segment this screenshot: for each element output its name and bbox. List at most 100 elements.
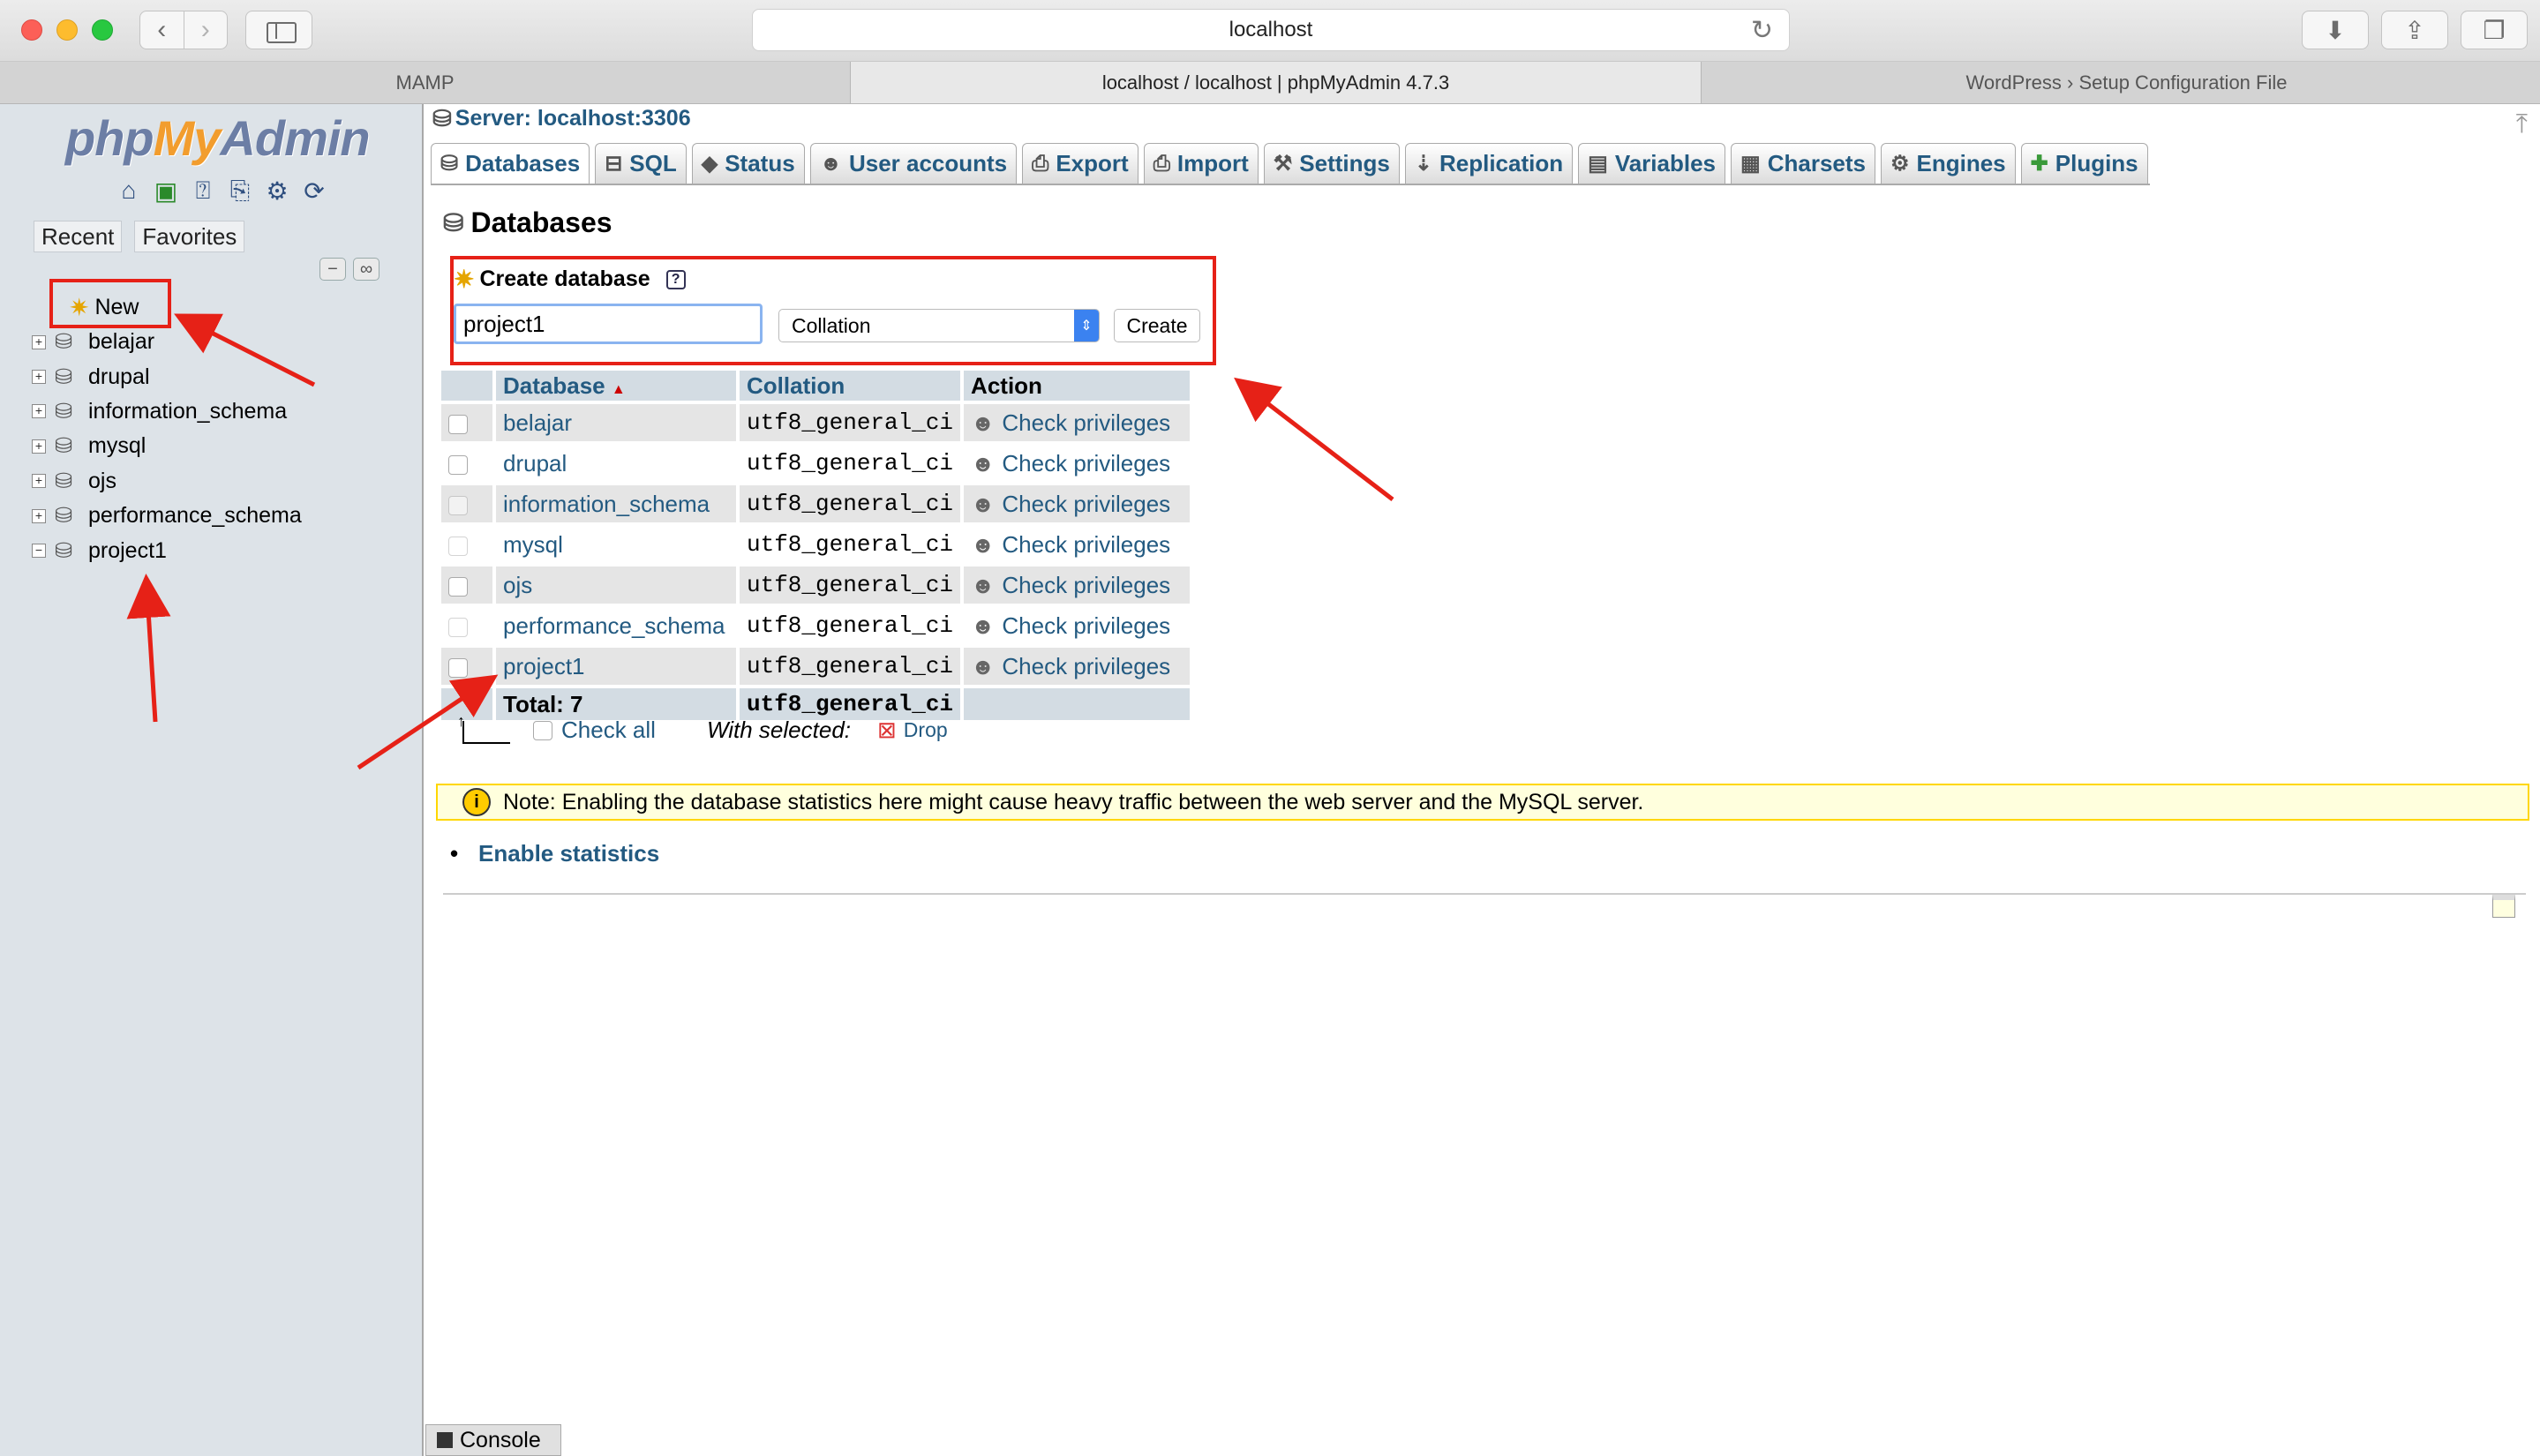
tab-replication[interactable]: ⇣ Replication bbox=[1404, 143, 1574, 184]
downloads-icon[interactable]: ⬇ bbox=[2302, 11, 2369, 49]
action-label: Check privileges bbox=[1002, 409, 1171, 436]
total-empty-cell bbox=[441, 688, 492, 720]
share-icon[interactable]: ⇪ bbox=[2381, 11, 2448, 49]
documentation-icon[interactable]: ⎘ bbox=[224, 175, 256, 206]
database-link[interactable]: ojs bbox=[503, 572, 532, 598]
collapse-all-icon[interactable]: − bbox=[319, 258, 346, 281]
tree-item-database[interactable]: + ⛁ performance_schema bbox=[26, 499, 415, 533]
tab-engines[interactable]: ⚙ Engines bbox=[1880, 143, 2016, 184]
sort-ascending-icon: ▲ bbox=[611, 381, 626, 397]
divider bbox=[443, 893, 2526, 895]
browser-tab-wordpress[interactable]: WordPress › Setup Configuration File bbox=[1702, 62, 2540, 103]
tab-sql[interactable]: ⊟ SQL bbox=[595, 143, 687, 184]
row-checkbox[interactable] bbox=[448, 657, 468, 678]
phpmyadmin-logo[interactable]: phpMyAdmin bbox=[65, 109, 371, 167]
check-all-label[interactable]: Check all bbox=[561, 717, 656, 744]
sort-database-link[interactable]: Database bbox=[503, 372, 605, 399]
row-select-cell bbox=[441, 404, 492, 441]
row-checkbox[interactable] bbox=[448, 414, 468, 434]
collation-cell: utf8_general_ci bbox=[740, 607, 961, 644]
action-cell: ☻ Check privileges bbox=[964, 485, 1191, 522]
check-privileges-link[interactable]: ☻ Check privileges bbox=[971, 572, 1183, 599]
minimize-window-button[interactable] bbox=[56, 19, 78, 41]
tabs-overview-icon[interactable]: ❐ bbox=[2461, 11, 2528, 49]
collation-cell: utf8_general_ci bbox=[740, 485, 961, 522]
tab-export[interactable]: ⎙ Export bbox=[1022, 143, 1138, 184]
recent-tab[interactable]: Recent bbox=[34, 221, 123, 252]
row-checkbox[interactable] bbox=[448, 495, 468, 515]
back-icon[interactable]: ‹ bbox=[140, 11, 184, 49]
row-checkbox[interactable] bbox=[448, 536, 468, 556]
tree-item-database[interactable]: + ⛁ information_schema bbox=[26, 394, 415, 429]
database-link[interactable]: mysql bbox=[503, 531, 563, 558]
tab-import[interactable]: ⎙ Import bbox=[1143, 143, 1259, 184]
row-select-cell bbox=[441, 526, 492, 563]
history-nav: ‹ › bbox=[139, 11, 228, 49]
check-privileges-link[interactable]: ☻ Check privileges bbox=[971, 409, 1183, 437]
check-privileges-link[interactable]: ☻ Check privileges bbox=[971, 612, 1183, 640]
expand-icon[interactable]: + bbox=[32, 370, 46, 385]
query-window-icon[interactable]: ⍰ bbox=[187, 175, 219, 206]
export-icon: ⎙ bbox=[1032, 151, 1049, 176]
reload-navigation-icon[interactable]: ⟳ bbox=[298, 175, 330, 206]
forward-icon[interactable]: › bbox=[183, 11, 228, 49]
favorites-tab[interactable]: Favorites bbox=[134, 221, 245, 252]
database-link[interactable]: information_schema bbox=[503, 491, 710, 517]
database-link[interactable]: performance_schema bbox=[503, 612, 725, 639]
zoom-window-button[interactable] bbox=[92, 19, 113, 41]
users-icon: ☻ bbox=[971, 571, 996, 598]
close-window-button[interactable] bbox=[21, 19, 42, 41]
logout-icon[interactable]: ▣ bbox=[150, 175, 182, 206]
collapse-icon[interactable]: − bbox=[32, 544, 46, 559]
expand-icon[interactable]: + bbox=[32, 404, 46, 419]
expand-icon[interactable]: + bbox=[32, 334, 46, 349]
check-privileges-link[interactable]: ☻ Check privileges bbox=[971, 653, 1183, 680]
reload-icon[interactable]: ↻ bbox=[1751, 15, 1773, 46]
database-link[interactable]: drupal bbox=[503, 450, 567, 477]
expand-icon[interactable]: + bbox=[32, 474, 46, 489]
tab-plugins[interactable]: ✚ Plugins bbox=[2020, 143, 2148, 184]
tree-item-database[interactable]: − ⛁ project1 bbox=[26, 533, 415, 567]
browser-tab-mamp[interactable]: MAMP bbox=[0, 62, 851, 103]
check-privileges-link[interactable]: ☻ Check privileges bbox=[971, 491, 1183, 518]
sidebar-toggle-icon[interactable] bbox=[245, 11, 312, 49]
home-icon[interactable]: ⌂ bbox=[113, 175, 145, 206]
tab-charsets[interactable]: ▦ Charsets bbox=[1731, 143, 1875, 184]
sort-collation-link[interactable]: Collation bbox=[747, 372, 845, 399]
row-checkbox[interactable] bbox=[448, 576, 468, 597]
settings-gear-icon[interactable]: ⚙ bbox=[261, 175, 293, 206]
scroll-top-icon[interactable]: ⤒ bbox=[2516, 109, 2528, 139]
check-all-checkbox[interactable] bbox=[533, 720, 552, 740]
expand-icon[interactable]: + bbox=[32, 439, 46, 454]
tab-user-accounts[interactable]: ☻ User accounts bbox=[809, 143, 1018, 184]
expand-icon[interactable]: + bbox=[32, 508, 46, 523]
check-privileges-link[interactable]: ☻ Check privileges bbox=[971, 531, 1183, 559]
drop-button[interactable]: Drop bbox=[904, 718, 948, 742]
tab-variables[interactable]: ▤ Variables bbox=[1578, 143, 1726, 184]
address-bar[interactable]: localhost ↻ bbox=[752, 9, 1790, 51]
tree-item-database[interactable]: + ⛁ ojs bbox=[26, 464, 415, 499]
tab-settings[interactable]: ⚒ Settings bbox=[1263, 143, 1400, 184]
collation-column-header[interactable]: Collation bbox=[740, 371, 961, 401]
server-breadcrumb[interactable]: ⛁ Server: localhost:3306 bbox=[432, 104, 691, 132]
database-column-header[interactable]: Database ▲ bbox=[496, 371, 736, 401]
action-cell: ☻ Check privileges bbox=[964, 445, 1191, 482]
tree-item-database[interactable]: + ⛁ mysql bbox=[26, 429, 415, 463]
database-link[interactable]: project1 bbox=[503, 653, 585, 679]
tab-status[interactable]: ◆ Status bbox=[691, 143, 805, 184]
drop-icon[interactable]: ⊠ bbox=[877, 717, 897, 744]
tab-databases[interactable]: ⛁ Databases bbox=[431, 143, 590, 184]
row-checkbox[interactable] bbox=[448, 617, 468, 637]
action-label: Check privileges bbox=[1002, 652, 1171, 679]
check-privileges-link[interactable]: ☻ Check privileges bbox=[971, 450, 1183, 477]
row-checkbox[interactable] bbox=[448, 454, 468, 475]
browser-tab-phpmyadmin[interactable]: localhost / localhost | phpMyAdmin 4.7.3 bbox=[851, 62, 1702, 103]
database-link[interactable]: belajar bbox=[503, 409, 572, 436]
console-toggle[interactable]: Console bbox=[425, 1424, 561, 1456]
tree-item-database[interactable]: + ⛁ drupal bbox=[26, 359, 415, 394]
select-arrow-icon: ↑ bbox=[457, 712, 510, 744]
page-settings-icon[interactable] bbox=[2492, 895, 2515, 918]
enable-statistics-link[interactable]: Enable statistics bbox=[450, 840, 659, 867]
link-with-main-icon[interactable]: ∞ bbox=[353, 258, 379, 281]
tree-item-database[interactable]: + ⛁ belajar bbox=[26, 325, 415, 359]
